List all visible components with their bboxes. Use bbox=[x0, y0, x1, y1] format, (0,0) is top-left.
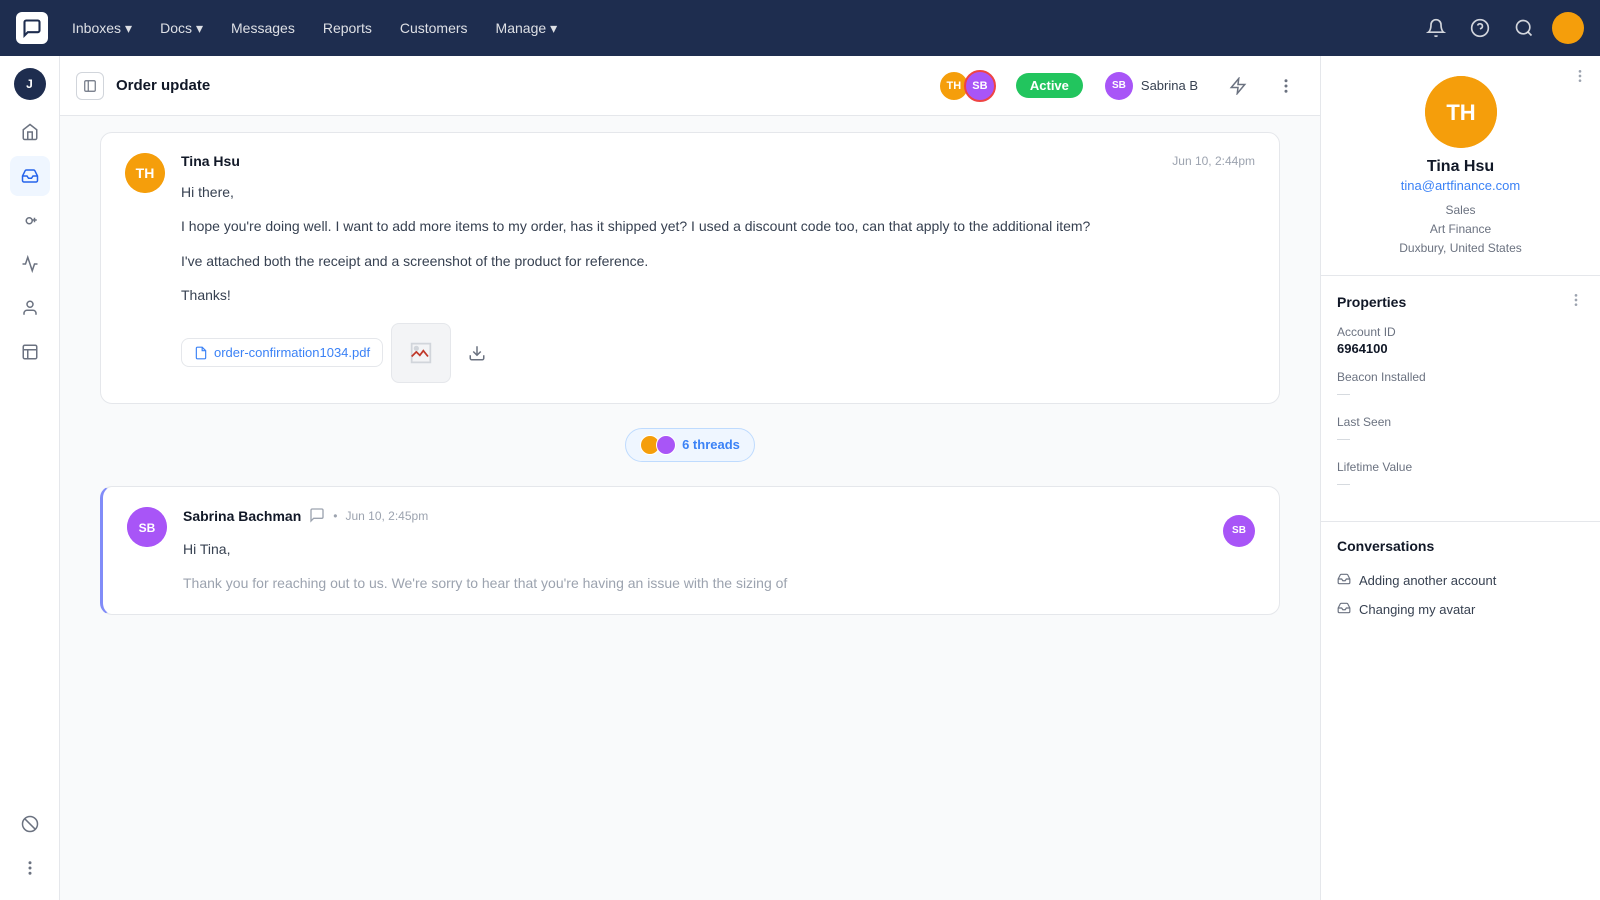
conv-link-inbox-icon-1 bbox=[1337, 572, 1351, 589]
download-icon[interactable] bbox=[459, 335, 495, 371]
lifetime-value-value: — bbox=[1337, 476, 1584, 491]
nav-inboxes[interactable]: Inboxes ▾ bbox=[60, 14, 144, 43]
conversation-title: Order update bbox=[116, 77, 210, 94]
agent-avatars: TH SB bbox=[938, 70, 996, 102]
properties-header: Properties bbox=[1337, 292, 1584, 313]
sidebar-item-contacts[interactable] bbox=[10, 288, 50, 328]
beacon-installed-label: Beacon Installed bbox=[1337, 370, 1584, 384]
collapse-button[interactable] bbox=[76, 72, 104, 100]
threads-count-label: 6 threads bbox=[682, 437, 740, 452]
conv-link-inbox-icon-2 bbox=[1337, 601, 1351, 618]
sidebar-item-more[interactable] bbox=[10, 848, 50, 888]
contact-avatar: TH bbox=[1425, 76, 1497, 148]
reply-sender-avatar-small: SB bbox=[1223, 515, 1255, 547]
property-account-id: Account ID 6964100 bbox=[1337, 325, 1584, 356]
sidebar-item-inbox[interactable] bbox=[10, 156, 50, 196]
automation-icon[interactable] bbox=[1220, 68, 1256, 104]
reply-message-time: Jun 10, 2:45pm bbox=[345, 509, 428, 523]
attachment-image[interactable] bbox=[391, 323, 451, 383]
reply-avatar-container: SB bbox=[1215, 507, 1255, 547]
properties-title: Properties bbox=[1337, 294, 1406, 310]
contact-meta: Sales Art Finance Duxbury, United States bbox=[1399, 201, 1522, 259]
attachment-file[interactable]: order-confirmation1034.pdf bbox=[181, 338, 383, 367]
help-icon[interactable] bbox=[1464, 12, 1496, 44]
message-content: Tina Hsu Jun 10, 2:44pm Hi there, I hope… bbox=[181, 153, 1255, 383]
sidebar-item-reports[interactable] bbox=[10, 244, 50, 284]
contact-email[interactable]: tina@artfinance.com bbox=[1401, 178, 1520, 193]
message-sender: Tina Hsu bbox=[181, 153, 240, 169]
svg-text:TH: TH bbox=[136, 165, 155, 181]
account-id-value: 6964100 bbox=[1337, 341, 1584, 356]
sidebar-user-initial[interactable]: J bbox=[14, 68, 46, 100]
sidebar-item-home[interactable] bbox=[10, 112, 50, 152]
message-header: Tina Hsu Jun 10, 2:44pm bbox=[181, 153, 1255, 169]
right-panel: TH Tina Hsu tina@artfinance.com Sales Ar… bbox=[1320, 56, 1600, 900]
last-seen-value: — bbox=[1337, 431, 1584, 446]
property-last-seen: Last Seen — bbox=[1337, 415, 1584, 446]
attachments: order-confirmation1034.pdf bbox=[181, 323, 1255, 383]
conversations-title: Conversations bbox=[1337, 538, 1434, 554]
reply-message-icon bbox=[309, 507, 325, 526]
message-body: Hi there, I hope you're doing well. I wa… bbox=[181, 181, 1255, 307]
conv-link-text-1: Adding another account bbox=[1359, 573, 1496, 588]
thread-avatar-2 bbox=[656, 435, 676, 455]
conv-link-avatar[interactable]: Changing my avatar bbox=[1337, 595, 1584, 624]
reply-message-body: Hi Tina, Thank you for reaching out to u… bbox=[183, 538, 1199, 595]
account-id-label: Account ID bbox=[1337, 325, 1584, 339]
reply-message-content: Sabrina Bachman • Jun 10, 2:45pm Hi Tina… bbox=[183, 507, 1199, 595]
assignee-name: Sabrina B bbox=[1141, 78, 1198, 93]
contact-name: Tina Hsu bbox=[1427, 158, 1494, 176]
contact-more-button[interactable] bbox=[1572, 68, 1588, 89]
status-badge: Active bbox=[1016, 73, 1083, 98]
contact-card: TH Tina Hsu tina@artfinance.com Sales Ar… bbox=[1321, 56, 1600, 276]
conv-link-text-2: Changing my avatar bbox=[1359, 602, 1475, 617]
lifetime-value-label: Lifetime Value bbox=[1337, 460, 1584, 474]
user-avatar-top[interactable] bbox=[1552, 12, 1584, 44]
svg-text:TH: TH bbox=[1446, 100, 1475, 125]
svg-text:SB: SB bbox=[139, 521, 156, 535]
nav-manage[interactable]: Manage ▾ bbox=[484, 14, 570, 43]
reply-sender-avatar: SB bbox=[127, 507, 167, 547]
conversation-area: Order update TH SB Active SB Sabrina B bbox=[60, 56, 1320, 900]
properties-more-button[interactable] bbox=[1568, 292, 1584, 313]
sidebar-item-labels[interactable] bbox=[10, 332, 50, 372]
threads-bubble[interactable]: 6 threads bbox=[625, 428, 755, 462]
assignee-avatar: SB bbox=[1105, 72, 1133, 100]
more-options-icon[interactable] bbox=[1268, 68, 1304, 104]
message-card: TH Tina Hsu Jun 10, 2:44pm Hi there, I h… bbox=[100, 132, 1280, 404]
left-sidebar: J bbox=[0, 56, 60, 900]
notifications-icon[interactable] bbox=[1420, 12, 1452, 44]
message-time: Jun 10, 2:44pm bbox=[1172, 154, 1255, 168]
top-navigation: Inboxes ▾ Docs ▾ Messages Reports Custom… bbox=[0, 0, 1600, 56]
conversations-header: Conversations bbox=[1337, 538, 1584, 554]
assignee-section[interactable]: SB Sabrina B bbox=[1095, 68, 1208, 104]
last-seen-label: Last Seen bbox=[1337, 415, 1584, 429]
beacon-installed-value: — bbox=[1337, 386, 1584, 401]
property-beacon-installed: Beacon Installed — bbox=[1337, 370, 1584, 401]
nav-reports[interactable]: Reports bbox=[311, 14, 384, 42]
conversation-header: Order update TH SB Active SB Sabrina B bbox=[60, 56, 1320, 116]
reply-sender-name: Sabrina Bachman bbox=[183, 508, 301, 524]
sidebar-item-mentions[interactable] bbox=[10, 200, 50, 240]
nav-docs[interactable]: Docs ▾ bbox=[148, 14, 215, 43]
topnav-icons bbox=[1420, 12, 1584, 44]
reply-message-card: SB Sabrina Bachman • J bbox=[100, 486, 1280, 616]
messages-container: TH Tina Hsu Jun 10, 2:44pm Hi there, I h… bbox=[60, 116, 1320, 900]
app-logo[interactable] bbox=[16, 12, 48, 44]
nav-customers[interactable]: Customers bbox=[388, 14, 480, 42]
reply-message-header: Sabrina Bachman • Jun 10, 2:45pm bbox=[183, 507, 1199, 526]
sidebar-item-ban[interactable] bbox=[10, 804, 50, 844]
nav-messages[interactable]: Messages bbox=[219, 14, 307, 42]
conv-link-adding-account[interactable]: Adding another account bbox=[1337, 566, 1584, 595]
sender-avatar: TH bbox=[125, 153, 165, 193]
properties-section: Properties Account ID 6964100 Beacon Ins… bbox=[1321, 276, 1600, 522]
agent-avatar-2: SB bbox=[964, 70, 996, 102]
conversations-section: Conversations Adding another account bbox=[1321, 522, 1600, 640]
search-icon[interactable] bbox=[1508, 12, 1540, 44]
property-lifetime-value: Lifetime Value — bbox=[1337, 460, 1584, 491]
thread-avatars bbox=[640, 435, 676, 455]
threads-separator: 6 threads bbox=[100, 420, 1280, 470]
